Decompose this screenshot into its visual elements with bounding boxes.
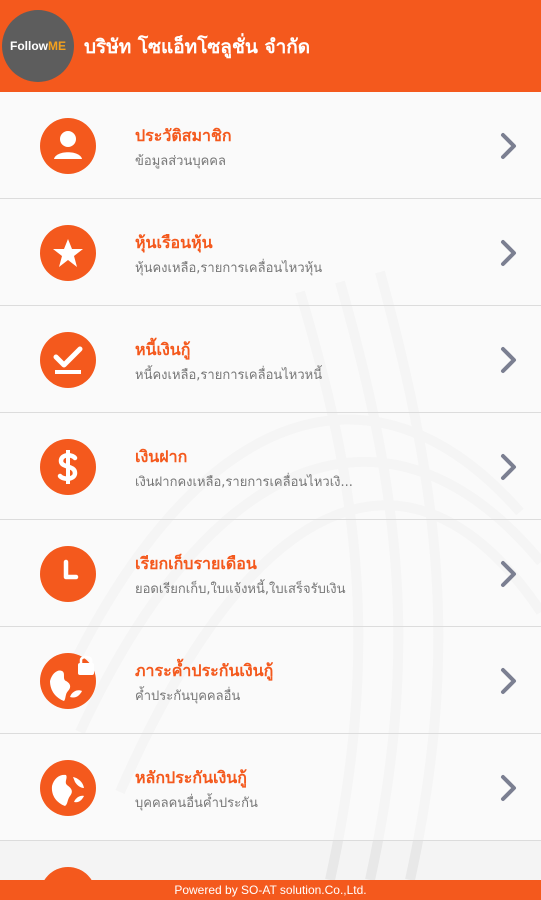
- menu-item-monthly-billing[interactable]: เรียกเก็บรายเดือน ยอดเรียกเก็บ,ใบแจ้งหนี…: [0, 520, 541, 627]
- menu-item-title: ภาระค้ำประกันเงินกู้: [135, 661, 274, 680]
- powered-by-footer: Powered by SO-AT solution.Co.,Ltd.: [0, 880, 541, 900]
- menu-item-title: หุ้นเรือนหุ้น: [135, 233, 213, 252]
- menu-item-title: หนี้เงินกู้: [135, 340, 191, 359]
- app-header: Follow ME บริษัท โซแอ็ทโซลูชั่น จำกัด: [0, 0, 541, 92]
- chevron-right-icon: [501, 133, 516, 159]
- logo-accent: ME: [48, 39, 66, 53]
- partial-menu-icon: [40, 867, 96, 881]
- menu-item-loans[interactable]: หนี้เงินกู้ หนี้คงเหลือ,รายการเคลื่อนไหว…: [0, 306, 541, 413]
- chevron-right-icon: [501, 561, 516, 587]
- user-icon: [40, 118, 96, 174]
- check-icon: [40, 332, 96, 388]
- menu-item-title: ประวัติสมาชิก: [135, 126, 232, 145]
- menu-item-subtitle: ค้ำประกันบุคคลอื่น: [135, 689, 241, 704]
- menu-item-guarantee-obligations[interactable]: ภาระค้ำประกันเงินกู้ ค้ำประกันบุคคลอื่น: [0, 627, 541, 734]
- menu-item-title: หลักประกันเงินกู้: [135, 768, 247, 787]
- globe-lock-icon: [40, 653, 96, 709]
- menu-item-subtitle: เงินฝากคงเหลือ,รายการเคลื่อนไหวเงิ...: [135, 475, 353, 490]
- chevron-right-icon: [501, 454, 516, 480]
- menu-item-subtitle: หุ้นคงเหลือ,รายการเคลื่อนไหวหุ้น: [135, 261, 323, 276]
- chevron-right-icon: [501, 775, 516, 801]
- dollar-icon: [40, 439, 96, 495]
- menu-item-subtitle: หนี้คงเหลือ,รายการเคลื่อนไหวหนี้: [135, 368, 323, 383]
- menu-item-subtitle: บุคคลคนอื่นค้ำประกัน: [135, 796, 258, 811]
- logo-text: Follow: [10, 39, 48, 53]
- chevron-right-icon: [501, 240, 516, 266]
- star-icon: [40, 225, 96, 281]
- menu-item-deposits[interactable]: เงินฝาก เงินฝากคงเหลือ,รายการเคลื่อนไหวเ…: [0, 413, 541, 520]
- company-title: บริษัท โซแอ็ทโซลูชั่น จำกัด: [84, 36, 311, 58]
- chevron-right-icon: [501, 347, 516, 373]
- menu-item-subtitle: ยอดเรียกเก็บ,ใบแจ้งหนี้,ใบเสร็จรับเงิน: [135, 582, 346, 597]
- main-menu: ประวัติสมาชิก ข้อมูลส่วนบุคคล หุ้นเรือนห…: [0, 92, 541, 881]
- menu-item-partial[interactable]: [0, 841, 541, 881]
- menu-item-subtitle: ข้อมูลส่วนบุคคล: [135, 154, 226, 169]
- globe-icon: [40, 760, 96, 816]
- menu-item-title: เงินฝาก: [135, 447, 188, 466]
- menu-item-title: เรียกเก็บรายเดือน: [135, 554, 257, 573]
- clock-icon: [40, 546, 96, 602]
- menu-item-member-profile[interactable]: ประวัติสมาชิก ข้อมูลส่วนบุคคล: [0, 92, 541, 199]
- menu-item-shares[interactable]: หุ้นเรือนหุ้น หุ้นคงเหลือ,รายการเคลื่อนไ…: [0, 199, 541, 306]
- chevron-right-icon: [501, 668, 516, 694]
- followme-logo[interactable]: Follow ME: [2, 10, 74, 82]
- menu-item-loan-collateral[interactable]: หลักประกันเงินกู้ บุคคลคนอื่นค้ำประกัน: [0, 734, 541, 841]
